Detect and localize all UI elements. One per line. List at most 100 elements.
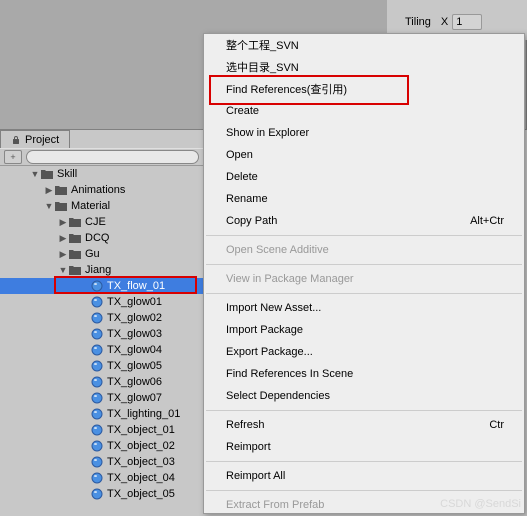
menu-item-label: Extract From Prefab [226, 499, 324, 511]
tree-row[interactable]: TX_lighting_01 [0, 406, 203, 422]
expand-arrow-icon[interactable] [58, 249, 68, 260]
menu-separator [206, 235, 522, 236]
tree-row[interactable]: Animations [0, 182, 203, 198]
tree-row[interactable]: TX_object_01 [0, 422, 203, 438]
tree-row[interactable]: Gu [0, 246, 203, 262]
expand-arrow-icon[interactable] [58, 265, 68, 275]
tree-item-label: TX_object_01 [107, 424, 175, 436]
material-icon [90, 328, 104, 340]
lock-icon [11, 135, 21, 145]
tree-item-label: TX_glow04 [107, 344, 162, 356]
menu-item-label: 整个工程_SVN [226, 37, 299, 53]
search-row: + [0, 148, 203, 166]
menu-item[interactable]: Open [204, 144, 524, 166]
tree-item-label: TX_lighting_01 [107, 408, 180, 420]
tree-row[interactable]: TX_glow05 [0, 358, 203, 374]
folder-icon [54, 184, 68, 196]
tree-row[interactable]: TX_object_05 [0, 486, 203, 502]
tree-row[interactable]: TX_object_03 [0, 454, 203, 470]
expand-arrow-icon[interactable] [44, 201, 54, 211]
tree-item-label: TX_glow02 [107, 312, 162, 324]
menu-item[interactable]: 整个工程_SVN [204, 34, 524, 56]
material-icon [90, 440, 104, 452]
tree-item-label: Animations [71, 184, 125, 196]
search-input[interactable] [26, 150, 199, 164]
menu-item[interactable]: Reimport All [204, 465, 524, 487]
menu-separator [206, 293, 522, 294]
tree-item-label: TX_object_03 [107, 456, 175, 468]
project-tab[interactable]: Project [0, 130, 70, 148]
menu-item: View in Package Manager [204, 268, 524, 290]
tiling-x-input[interactable] [452, 14, 482, 30]
menu-item[interactable]: Rename [204, 188, 524, 210]
material-icon [90, 360, 104, 372]
tree-row[interactable]: CJE [0, 214, 203, 230]
folder-icon [68, 232, 82, 244]
menu-item[interactable]: Find References In Scene [204, 363, 524, 385]
expand-arrow-icon[interactable] [30, 169, 40, 179]
create-dropdown-button[interactable]: + [4, 150, 22, 164]
menu-item[interactable]: Show in Explorer [204, 122, 524, 144]
tree-item-label: TX_glow03 [107, 328, 162, 340]
menu-item-label: Create [226, 105, 259, 117]
menu-item[interactable]: Reimport [204, 436, 524, 458]
menu-item[interactable]: 选中目录_SVN [204, 56, 524, 78]
menu-item[interactable]: Export Package... [204, 341, 524, 363]
tree-row[interactable]: TX_glow02 [0, 310, 203, 326]
menu-item[interactable]: Find References(查引用) [204, 78, 524, 100]
menu-item-label: Show in Explorer [226, 127, 309, 139]
context-menu[interactable]: 整个工程_SVN 选中目录_SVN Find References(查引用) Crea… [203, 33, 525, 514]
tree-row[interactable]: Material [0, 198, 203, 214]
folder-icon [68, 248, 82, 260]
material-icon [90, 472, 104, 484]
folder-icon [68, 216, 82, 228]
material-icon [90, 424, 104, 436]
menu-item-label: Export Package... [226, 346, 313, 358]
tree-row[interactable]: DCQ [0, 230, 203, 246]
folder-icon [68, 264, 82, 276]
menu-item[interactable]: Create [204, 100, 524, 122]
tree-item-label: CJE [85, 216, 106, 228]
menu-item-label: Copy Path [226, 215, 277, 227]
menu-item-shortcut: Alt+Ctr [470, 215, 504, 227]
menu-item: Open Scene Additive [204, 239, 524, 261]
material-icon [90, 456, 104, 468]
menu-item-label: Find References(查引用) [226, 81, 347, 97]
project-tree[interactable]: Skill Animations Material CJE DCQ GuJiangTX_f… [0, 166, 203, 514]
project-panel: Project + Skill Animations Material CJE DCQ G… [0, 130, 203, 514]
project-tab-label: Project [25, 134, 59, 146]
tree-row[interactable]: Jiang [0, 262, 203, 278]
expand-arrow-icon[interactable] [58, 217, 68, 228]
menu-item-label: Delete [226, 171, 258, 183]
menu-item[interactable]: Select Dependencies [204, 385, 524, 407]
menu-item[interactable]: Delete [204, 166, 524, 188]
material-icon [90, 344, 104, 356]
expand-arrow-icon[interactable] [44, 185, 54, 196]
tree-row[interactable]: TX_glow07 [0, 390, 203, 406]
tree-row[interactable]: Skill [0, 166, 203, 182]
tree-row[interactable]: TX_glow01 [0, 294, 203, 310]
tree-row[interactable]: TX_object_02 [0, 438, 203, 454]
tree-row[interactable]: TX_glow03 [0, 326, 203, 342]
tree-row[interactable]: TX_glow06 [0, 374, 203, 390]
menu-item-label: Rename [226, 193, 268, 205]
menu-item-shortcut: Ctr [489, 419, 504, 431]
menu-item-label: Find References In Scene [226, 368, 353, 380]
tree-item-label: TX_glow05 [107, 360, 162, 372]
tree-row[interactable]: TX_glow04 [0, 342, 203, 358]
expand-arrow-icon[interactable] [58, 233, 68, 244]
tree-row[interactable]: TX_flow_01 [0, 278, 203, 294]
menu-separator [206, 461, 522, 462]
tree-item-label: DCQ [85, 232, 109, 244]
menu-item-label: Import Package [226, 324, 303, 336]
menu-item[interactable]: RefreshCtr [204, 414, 524, 436]
menu-item: Extract From Prefab [204, 494, 524, 516]
tree-row[interactable]: TX_object_04 [0, 470, 203, 486]
material-icon [90, 312, 104, 324]
menu-item[interactable]: Import Package [204, 319, 524, 341]
menu-item[interactable]: Copy Path Alt+Ctr [204, 210, 524, 232]
tree-item-label: TX_glow06 [107, 376, 162, 388]
menu-item[interactable]: Import New Asset... [204, 297, 524, 319]
menu-separator [206, 264, 522, 265]
menu-separator [206, 410, 522, 411]
